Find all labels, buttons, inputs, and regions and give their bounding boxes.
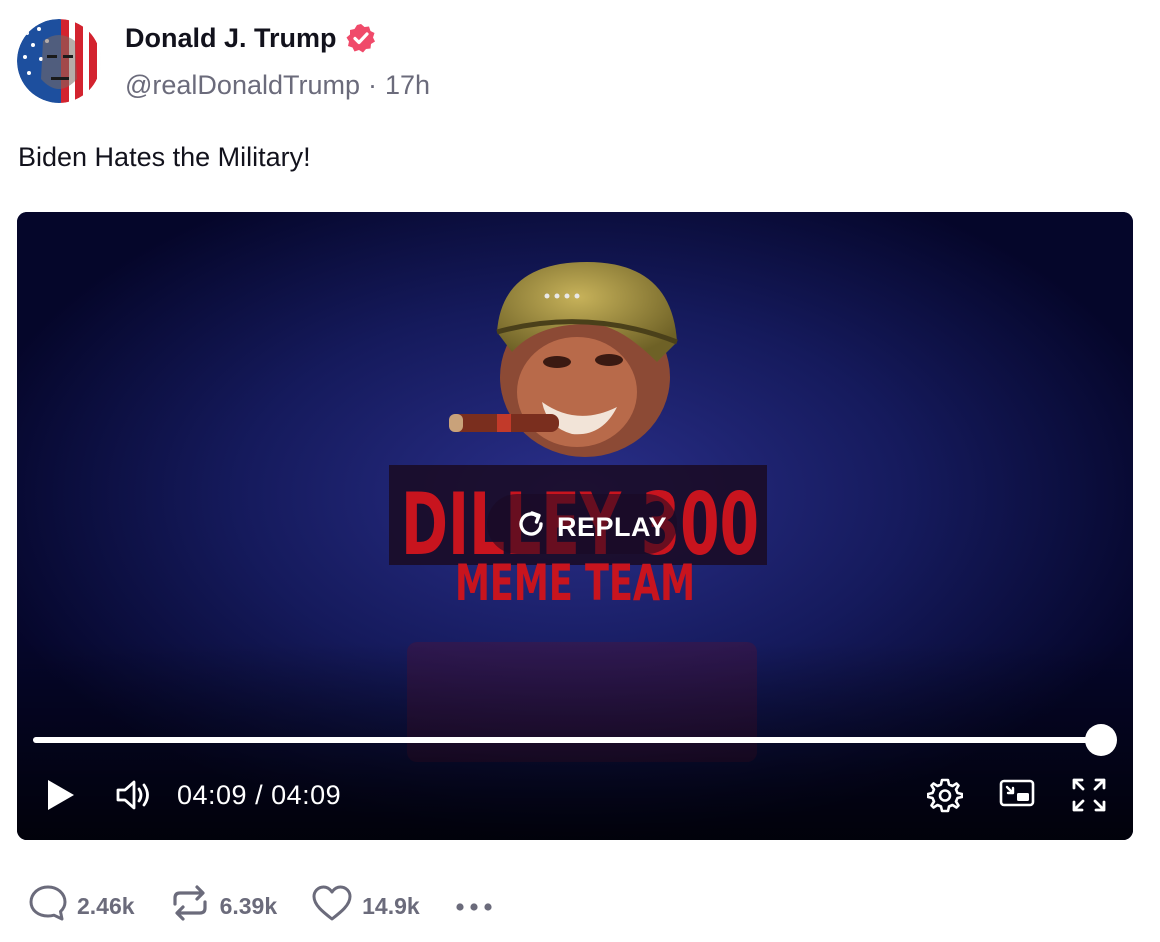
reply-count: 2.46k [77, 892, 135, 919]
reply-button[interactable]: 2.46k [28, 884, 135, 928]
repost-icon [169, 884, 211, 928]
time-separator: / [247, 780, 272, 810]
post-text: Biden Hates the Military! [18, 142, 311, 172]
display-name-row[interactable]: Donald J. Trump [125, 22, 377, 54]
handle[interactable]: @realDonaldTrump [125, 70, 360, 101]
settings-button[interactable] [926, 777, 964, 818]
time-current: 04:09 [177, 780, 248, 810]
volume-button[interactable] [115, 777, 153, 818]
replay-button[interactable]: REPLAY [515, 508, 667, 547]
more-options-button[interactable] [454, 893, 494, 920]
avatar[interactable] [17, 19, 101, 103]
verified-badge-icon [345, 22, 377, 54]
timestamp[interactable]: 17h [385, 70, 430, 101]
time-total: 04:09 [271, 780, 342, 810]
volume-icon [115, 777, 153, 818]
replay-icon [515, 508, 547, 547]
progress-fill [33, 737, 1101, 743]
heart-icon [311, 884, 353, 928]
action-bar: 2.46k 6.39k 14.9k [28, 884, 528, 928]
play-button[interactable] [45, 777, 77, 818]
display-name[interactable]: Donald J. Trump [125, 23, 337, 54]
like-button[interactable]: 14.9k [311, 884, 420, 928]
watermark-line2: MEME TEAM [455, 554, 695, 612]
progress-thumb[interactable] [1085, 724, 1117, 756]
picture-in-picture-icon [999, 777, 1035, 814]
progress-bar[interactable] [33, 724, 1117, 756]
reply-icon [28, 884, 68, 928]
picture-in-picture-button[interactable] [999, 777, 1035, 814]
fullscreen-icon [1071, 777, 1107, 818]
repost-button[interactable]: 6.39k [169, 884, 278, 928]
like-count: 14.9k [362, 892, 420, 919]
handle-line: @realDonaldTrump · 17h [125, 70, 430, 101]
repost-count: 6.39k [219, 892, 278, 919]
play-icon [45, 777, 77, 818]
time-display: 04:09 / 04:09 [177, 780, 341, 811]
gear-icon [926, 777, 964, 818]
more-options-icon [454, 893, 494, 920]
replay-label: REPLAY [557, 512, 668, 542]
video-player[interactable]: DILLEY 300 MEME TEAM REPLAY [17, 212, 1133, 840]
post-card: Donald J. Trump @realDonaldTrump · 17h B… [0, 0, 1160, 942]
fullscreen-button[interactable] [1071, 777, 1107, 818]
separator: · [368, 70, 377, 100]
